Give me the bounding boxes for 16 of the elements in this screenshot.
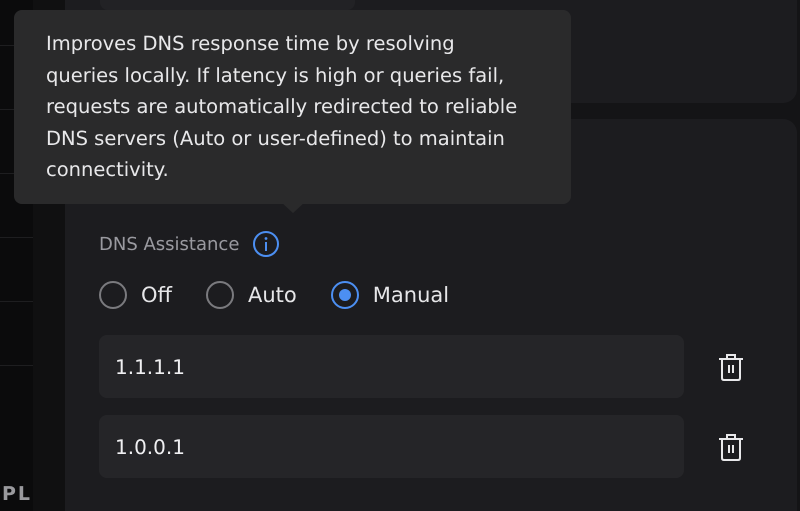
radio-option[interactable]: Off (99, 281, 172, 309)
radio-button[interactable] (330, 281, 359, 309)
radio-option[interactable]: Manual (330, 281, 450, 309)
radio-option[interactable]: Auto (206, 281, 297, 309)
sidebar-footer-text: PL (1, 483, 33, 507)
radio-button[interactable] (99, 281, 127, 309)
dns-assistance-label: DNS Assistance (99, 234, 240, 254)
tooltip: Improves DNS response time by resolving queries locally. If latency is high or queries fail, requests are automatically redirected to reliable DNS servers (Auto or user-defined) to maintain connectivity. (14, 10, 571, 204)
delete-button[interactable] (718, 352, 744, 380)
radio-button[interactable] (206, 281, 234, 309)
trash-icon (718, 352, 744, 380)
delete-button[interactable] (718, 432, 744, 460)
info-icon[interactable] (253, 231, 280, 257)
dns-server-field[interactable]: 1.1.1.1 (99, 335, 684, 398)
dns-server-field[interactable]: 1.0.0.1 (99, 415, 684, 478)
trash-icon (718, 432, 744, 460)
